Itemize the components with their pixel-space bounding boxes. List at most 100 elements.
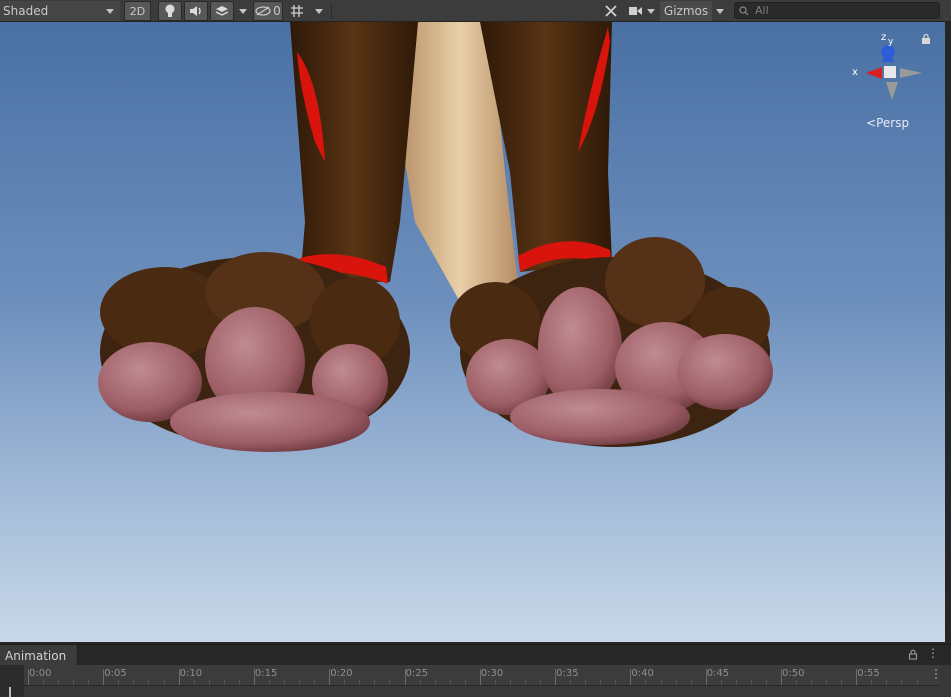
- scene-toolbar: Shaded 2D 0 Gizmos All: [0, 0, 951, 22]
- timeline-minor-tick: [540, 680, 542, 685]
- chevron-down-icon: [716, 8, 724, 14]
- timeline-tick-label: 0:50: [782, 668, 805, 679]
- timeline-minor-tick: [449, 680, 451, 685]
- timeline-minor-tick: [163, 680, 165, 685]
- projection-toggle[interactable]: <Persp: [866, 116, 909, 130]
- timeline-tick-label: 0:55: [857, 668, 880, 679]
- gizmo-y-label: y: [888, 37, 894, 47]
- animation-tab-bar: Animation ⋮: [0, 644, 951, 666]
- 2d-mode-toggle[interactable]: 2D: [124, 1, 151, 21]
- timeline-tick-label: 0:35: [556, 668, 579, 679]
- timeline-tick-label: 0:00: [29, 668, 52, 679]
- timeline-minor-tick: [660, 680, 662, 685]
- timeline-tick-label: 0:20: [330, 668, 353, 679]
- search-input[interactable]: All: [734, 2, 940, 19]
- timeline-minor-tick: [600, 680, 602, 685]
- grid-icon: [291, 5, 303, 17]
- timeline-minor-tick: [720, 680, 722, 685]
- effects-icon: [215, 6, 229, 16]
- scrollbar-track[interactable]: [945, 22, 951, 642]
- more-icon[interactable]: ⋮: [927, 646, 939, 660]
- timeline-tick-label: 0:45: [706, 668, 730, 679]
- timeline-minor-tick: [344, 680, 346, 685]
- lighting-toggle[interactable]: [158, 1, 182, 21]
- timeline-tick-label: 0:15: [254, 668, 278, 679]
- timeline-minor-tick: [916, 680, 918, 685]
- visibility-icon: [255, 6, 271, 16]
- gizmo-z-label: z: [881, 32, 887, 43]
- right-toe-pad-2: [538, 287, 622, 407]
- timeline-minor-tick: [359, 680, 361, 685]
- timeline-minor-tick: [675, 680, 677, 685]
- timeline-tick-label: 0:25: [405, 668, 428, 679]
- timeline-minor-tick: [886, 680, 888, 685]
- timeline-minor-tick: [826, 680, 828, 685]
- hidden-object-count: 0: [273, 4, 281, 18]
- orientation-gizmo[interactable]: z y x <Persp: [848, 32, 938, 142]
- 2d-mode-label: 2D: [129, 4, 146, 18]
- scene-viewport[interactable]: z y x <Persp: [0, 22, 945, 642]
- timeline-tick-label: 0:40: [631, 668, 654, 679]
- timeline-minor-tick: [284, 680, 286, 685]
- tools-toggle[interactable]: [600, 1, 622, 21]
- timeline-minor-tick: [208, 680, 210, 685]
- timeline-minor-tick: [148, 680, 150, 685]
- shading-mode-label: Shaded: [3, 4, 49, 18]
- scene-visibility-toggle[interactable]: 0: [253, 1, 283, 21]
- shading-mode-dropdown[interactable]: Shaded: [0, 1, 120, 21]
- timeline-minor-tick: [735, 680, 737, 685]
- lock-icon[interactable]: [908, 649, 918, 660]
- timeline-minor-tick: [871, 680, 873, 685]
- timeline-minor-tick: [268, 680, 270, 685]
- timeline-minor-tick: [73, 680, 75, 685]
- camera-settings-button[interactable]: [626, 1, 658, 21]
- right-main-pad: [510, 389, 690, 445]
- timeline-minor-tick: [509, 680, 511, 685]
- more-icon[interactable]: ⋮: [930, 667, 942, 681]
- projection-label: Persp: [876, 116, 910, 130]
- timeline-minor-tick: [299, 680, 301, 685]
- timeline-minor-tick: [133, 680, 135, 685]
- search-icon: [739, 5, 749, 15]
- lock-icon[interactable]: [921, 34, 931, 44]
- timeline-minor-tick: [615, 680, 617, 685]
- timeline-minor-tick: [238, 680, 240, 685]
- timeline-left-gutter: [0, 665, 24, 697]
- gizmos-button[interactable]: Gizmos: [660, 1, 712, 21]
- timeline-minor-tick: [193, 680, 195, 685]
- timeline-minor-tick: [841, 680, 843, 685]
- timeline-minor-tick: [314, 680, 316, 685]
- animation-timeline[interactable]: 0:00 0:05 0:10 0:15 0:20 0:25 0:30 0:35 0:40 0:45…: [0, 665, 951, 697]
- timeline-minor-tick: [765, 680, 767, 685]
- timeline-minor-tick: [645, 680, 647, 685]
- chevron-down-icon: [106, 8, 114, 14]
- timeline-tick-label: 0:30: [480, 668, 504, 679]
- tools-icon: [605, 5, 617, 17]
- timeline-minor-tick: [434, 680, 436, 685]
- timeline-minor-tick: [389, 680, 391, 685]
- grid-dropdown[interactable]: [311, 1, 327, 21]
- tab-animation[interactable]: Animation: [0, 645, 78, 666]
- perspective-icon: <: [866, 116, 877, 130]
- timeline-minor-tick: [419, 680, 421, 685]
- playhead-marker[interactable]: [9, 687, 11, 697]
- timeline-minor-tick: [374, 680, 376, 685]
- timeline-minor-tick: [811, 680, 813, 685]
- timeline-tick-label: 0:10: [179, 668, 203, 679]
- effects-dropdown[interactable]: [236, 1, 250, 21]
- timeline-minor-tick: [464, 680, 466, 685]
- effects-toggle[interactable]: [210, 1, 234, 21]
- grid-toggle[interactable]: [286, 1, 308, 21]
- camera-icon: [628, 7, 642, 15]
- chevron-down-icon: [647, 8, 656, 14]
- chevron-down-icon: [239, 8, 247, 14]
- toolbar-divider: [331, 3, 332, 19]
- gizmos-dropdown[interactable]: [712, 1, 728, 21]
- right-toe-pad-4: [677, 334, 773, 410]
- timeline-minor-tick: [223, 680, 225, 685]
- scene-model: [98, 22, 773, 452]
- timeline-ruler[interactable]: 0:00 0:05 0:10 0:15 0:20 0:25 0:30 0:35 0:40 0:45…: [24, 665, 939, 686]
- audio-toggle[interactable]: [184, 1, 208, 21]
- gizmos-label: Gizmos: [663, 4, 709, 18]
- timeline-minor-tick: [750, 680, 752, 685]
